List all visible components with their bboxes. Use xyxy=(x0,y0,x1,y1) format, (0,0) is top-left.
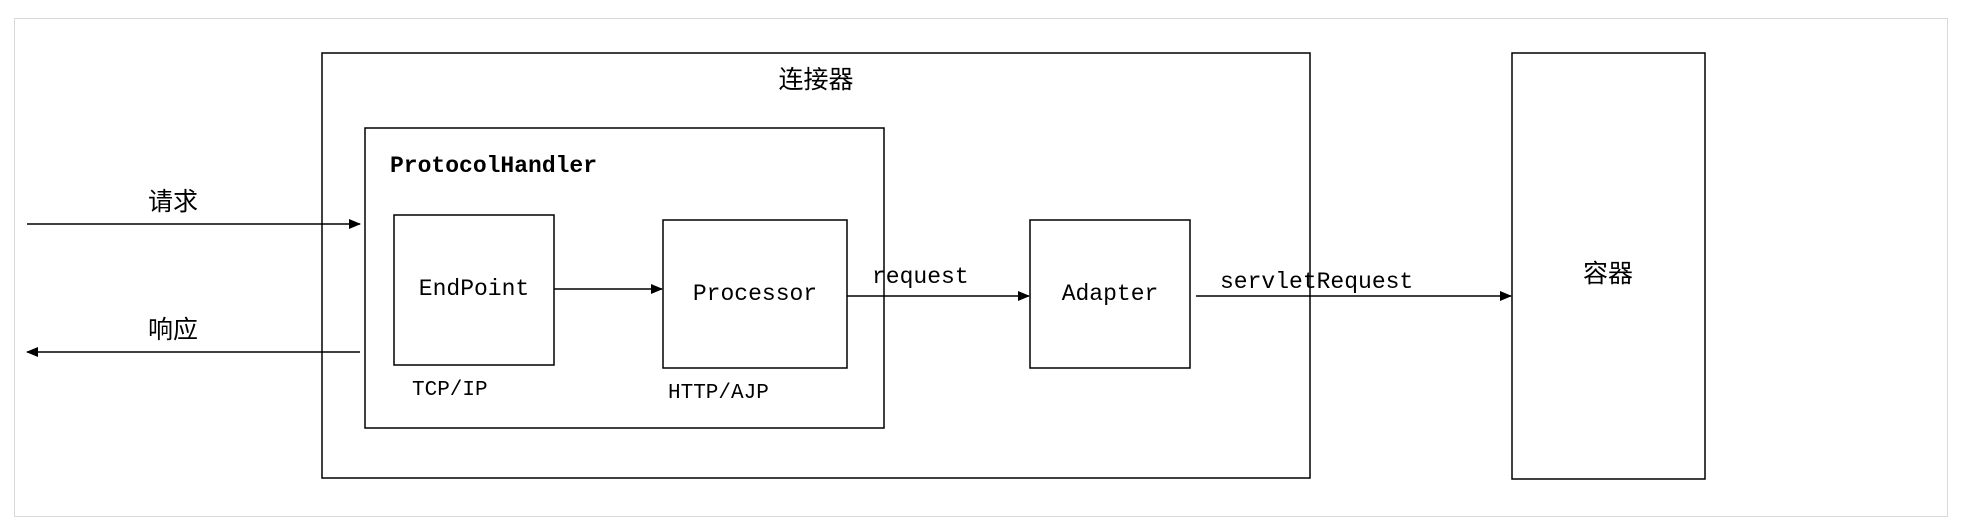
processor-label: Processor xyxy=(693,281,817,307)
connector-box xyxy=(321,52,1311,479)
servlet-request-label: servletRequest xyxy=(1220,269,1413,295)
container-label: 容器 xyxy=(1583,259,1633,288)
response-out-label: 响应 xyxy=(148,315,198,344)
endpoint-label: EndPoint xyxy=(419,276,529,302)
endpoint-caption: TCP/IP xyxy=(412,379,488,402)
request-in-label: 请求 xyxy=(148,187,198,216)
protocol-handler-label: ProtocolHandler xyxy=(390,153,597,179)
request-label: request xyxy=(872,264,969,290)
processor-caption: HTTP/AJP xyxy=(668,382,769,405)
adapter-label: Adapter xyxy=(1062,281,1159,307)
connector-architecture-diagram: 连接器 ProtocolHandler EndPoint TCP/IP Proc… xyxy=(26,52,1706,480)
diagram-canvas: 连接器 ProtocolHandler EndPoint TCP/IP Proc… xyxy=(0,0,1964,530)
connector-label: 连接器 xyxy=(778,65,853,94)
